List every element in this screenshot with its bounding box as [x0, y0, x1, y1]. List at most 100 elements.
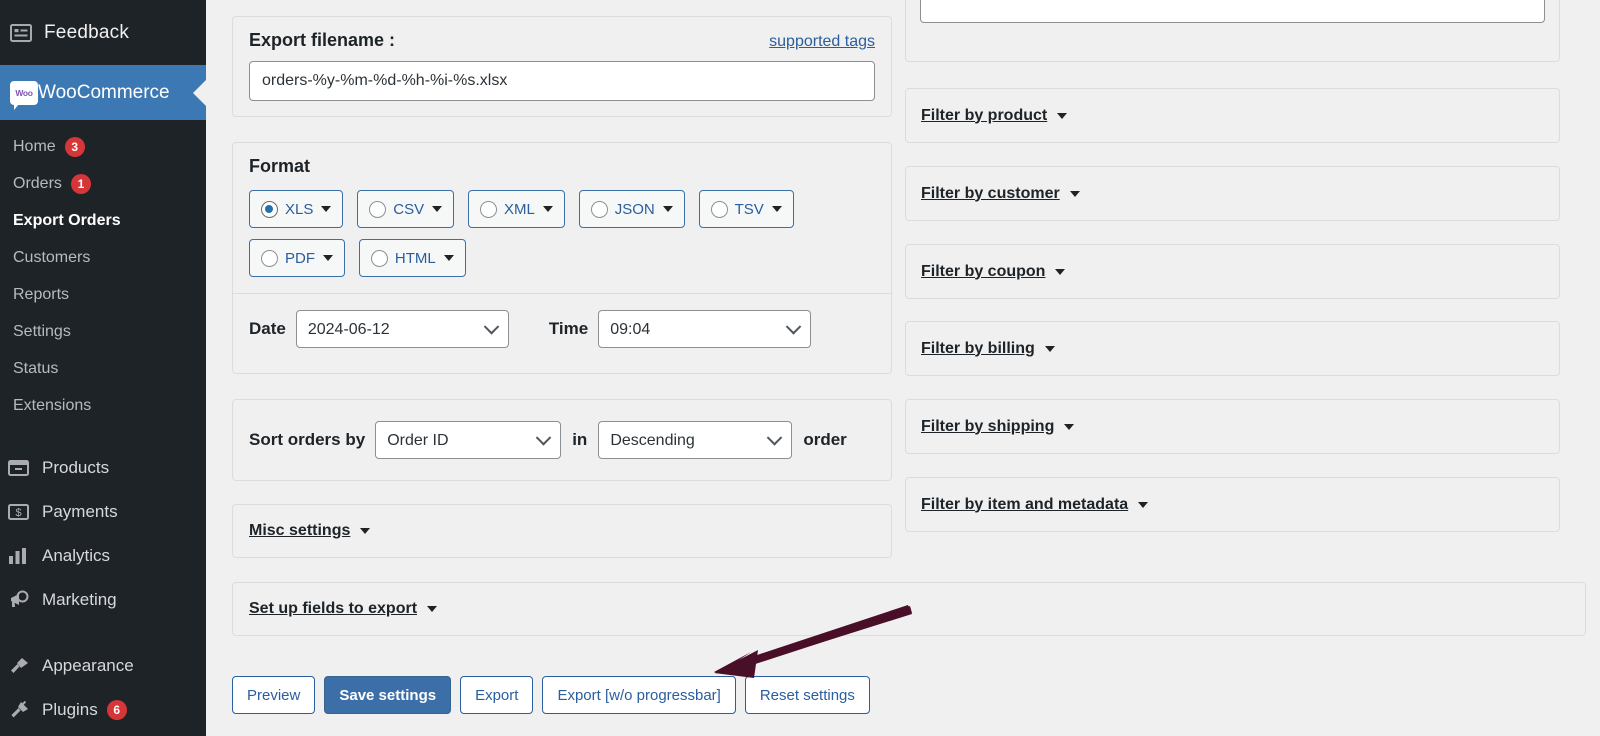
supported-tags-link[interactable]: supported tags	[769, 33, 875, 51]
sidebar-item-woocommerce[interactable]: Woo WooCommerce	[0, 65, 206, 120]
misc-settings-panel[interactable]: Misc settings	[232, 504, 892, 558]
sidebar-item-label: Products	[42, 458, 110, 477]
status-badge: 3	[64, 136, 85, 157]
format-option-html[interactable]: HTML	[358, 239, 466, 277]
chevron-down-icon[interactable]	[1057, 112, 1068, 119]
sidebar-item-plugins[interactable]: Plugins 6	[0, 688, 206, 732]
radio-tsv[interactable]	[710, 200, 728, 218]
sidebar-item-settings[interactable]: Settings	[0, 313, 206, 350]
date-select-wrap[interactable]: 2024-06-12	[295, 310, 509, 348]
filter-by-shipping-toggle[interactable]: Filter by shipping	[921, 418, 1075, 436]
format-option-xls[interactable]: XLS	[249, 190, 344, 228]
sidebar-item-appearance[interactable]: Appearance	[0, 644, 206, 688]
sort-direction-select-wrap[interactable]: Descending	[598, 421, 793, 459]
export-button[interactable]: Export	[460, 676, 534, 714]
status-badge: 1	[70, 173, 91, 194]
sort-field-select-wrap[interactable]: Order ID	[375, 421, 562, 459]
sidebar-item-customers[interactable]: Customers	[0, 239, 206, 276]
sidebar-item-export-orders[interactable]: Export Orders	[0, 202, 206, 239]
filter-by-product-toggle[interactable]: Filter by product	[921, 107, 1068, 125]
chevron-down-icon[interactable]	[432, 206, 443, 212]
filter-by-coupon-panel[interactable]: Filter by coupon	[905, 244, 1560, 299]
chevron-down-icon[interactable]	[1138, 501, 1149, 508]
sidebar-item-label: Reports	[13, 285, 70, 303]
radio-xml[interactable]	[479, 200, 497, 218]
export-without-progressbar-button[interactable]: Export [w/o progressbar]	[542, 676, 736, 714]
sidebar-item-reports[interactable]: Reports	[0, 276, 206, 313]
format-option-label: XML	[503, 200, 535, 218]
chevron-down-icon[interactable]	[360, 528, 371, 534]
sidebar-item-products[interactable]: Products	[0, 446, 206, 490]
payments-icon: $	[8, 503, 42, 521]
chevron-down-icon[interactable]	[771, 206, 782, 212]
radio-pdf[interactable]	[261, 249, 278, 267]
radio-json[interactable]	[590, 200, 608, 218]
export-filename-input[interactable]	[249, 61, 875, 101]
chevron-down-icon[interactable]	[1055, 268, 1066, 275]
setup-fields-panel[interactable]: Set up fields to export	[232, 582, 1586, 636]
radio-csv[interactable]	[369, 200, 387, 218]
date-select[interactable]: 2024-06-12	[295, 310, 509, 348]
filter-by-shipping-panel[interactable]: Filter by shipping	[905, 399, 1560, 454]
filter-by-coupon-toggle[interactable]: Filter by coupon	[921, 263, 1066, 281]
format-options-row-2: PDF HTML	[249, 239, 875, 288]
main-content: Export filename : supported tags Format …	[206, 0, 1600, 736]
radio-html[interactable]	[370, 249, 388, 267]
filter-by-product-panel[interactable]: Filter by product	[905, 88, 1560, 143]
sort-field-select[interactable]: Order ID	[375, 421, 562, 459]
setup-fields-label: Set up fields to export	[249, 600, 418, 617]
chevron-down-icon[interactable]	[662, 206, 673, 212]
action-buttons-row: Preview Save settings Export Export [w/o…	[232, 676, 879, 714]
format-option-pdf[interactable]: PDF	[249, 239, 345, 277]
filter-by-item-metadata-toggle[interactable]: Filter by item and metadata	[921, 495, 1149, 514]
sidebar-item-label: Feedback	[44, 21, 130, 43]
admin-sidebar: Feedback Woo WooCommerce Home 3 Orders 1…	[0, 0, 206, 736]
chevron-down-icon[interactable]	[1064, 423, 1075, 430]
format-option-label: PDF	[285, 249, 315, 267]
sidebar-divider	[0, 622, 206, 644]
sidebar-item-payments[interactable]: $ Payments	[0, 490, 206, 534]
preview-button[interactable]: Preview	[232, 676, 316, 714]
format-option-label: CSV	[393, 200, 425, 218]
sidebar-item-extensions[interactable]: Extensions	[0, 387, 206, 424]
sort-suffix-label: order	[803, 430, 847, 449]
sidebar-item-label: Status	[13, 359, 59, 377]
sort-direction-select[interactable]: Descending	[598, 421, 793, 459]
chevron-down-icon[interactable]	[542, 206, 553, 212]
chevron-down-icon[interactable]	[443, 255, 454, 261]
filter-textarea[interactable]	[920, 0, 1545, 23]
marketing-icon	[8, 590, 42, 610]
format-option-json[interactable]: JSON	[578, 190, 685, 228]
sidebar-item-home[interactable]: Home 3	[0, 128, 206, 165]
status-badge: 6	[106, 700, 127, 720]
sidebar-item-label: Appearance	[42, 656, 134, 675]
filter-by-customer-toggle[interactable]: Filter by customer	[921, 185, 1080, 203]
filter-by-item-metadata-label: Filter by item and metadata	[921, 495, 1129, 513]
chevron-down-icon[interactable]	[323, 255, 333, 261]
chevron-down-icon[interactable]	[1069, 190, 1080, 197]
time-select[interactable]: 09:04	[598, 310, 812, 348]
sidebar-item-marketing[interactable]: Marketing	[0, 578, 206, 622]
filter-by-item-metadata-panel[interactable]: Filter by item and metadata	[905, 477, 1560, 532]
save-settings-button[interactable]: Save settings	[324, 676, 452, 714]
sidebar-item-analytics[interactable]: Analytics	[0, 534, 206, 578]
reset-settings-button[interactable]: Reset settings	[744, 676, 870, 714]
sidebar-item-orders[interactable]: Orders 1	[0, 165, 206, 202]
time-select-wrap[interactable]: 09:04	[598, 310, 812, 348]
radio-xls[interactable]	[261, 200, 278, 218]
sidebar-item-feedback[interactable]: Feedback	[0, 0, 206, 65]
chevron-down-icon[interactable]	[1044, 345, 1055, 352]
format-option-xml[interactable]: XML	[467, 190, 565, 228]
setup-fields-toggle[interactable]: Set up fields to export	[249, 600, 438, 618]
filter-by-billing-panel[interactable]: Filter by billing	[905, 321, 1560, 376]
woocommerce-icon: Woo	[10, 80, 38, 110]
chevron-down-icon[interactable]	[321, 206, 332, 212]
chevron-down-icon[interactable]	[427, 606, 438, 612]
format-option-csv[interactable]: CSV	[357, 190, 455, 228]
misc-settings-toggle[interactable]: Misc settings	[249, 522, 371, 540]
format-option-tsv[interactable]: TSV	[698, 190, 794, 228]
filter-by-billing-toggle[interactable]: Filter by billing	[921, 340, 1055, 358]
filter-by-customer-panel[interactable]: Filter by customer	[905, 166, 1560, 221]
filter-by-billing-label: Filter by billing	[921, 339, 1035, 357]
sidebar-item-status[interactable]: Status	[0, 350, 206, 387]
